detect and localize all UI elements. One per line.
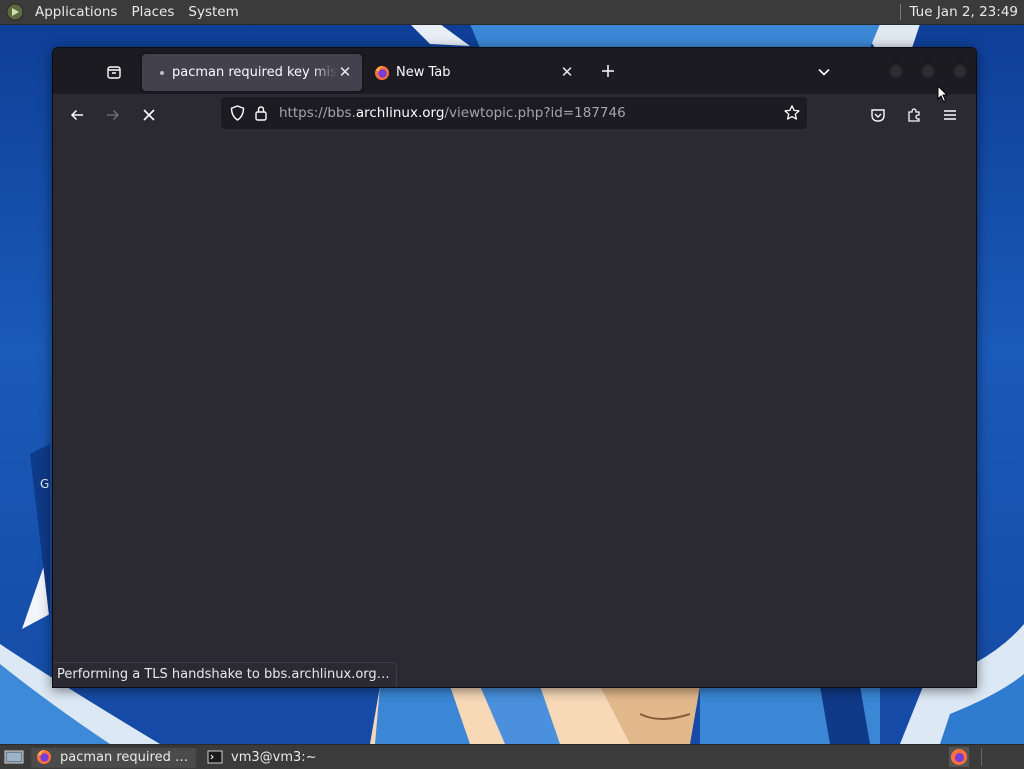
bottom-panel: pacman required ke… vm3@vm3:~ xyxy=(0,744,1024,769)
menu-system[interactable]: System xyxy=(181,0,245,24)
maximize-button[interactable] xyxy=(921,63,935,77)
browser-window: pacman required key missing ✕ New Tab ✕ xyxy=(52,47,977,688)
menu-places[interactable]: Places xyxy=(124,0,181,24)
url-path: /viewtopic.php?id=187746 xyxy=(444,105,626,121)
show-desktop-icon[interactable] xyxy=(4,749,24,765)
puzzle-piece-icon xyxy=(908,108,920,122)
terminal-icon xyxy=(207,750,223,764)
hamburger-menu-icon xyxy=(944,110,956,120)
extensions-button[interactable] xyxy=(901,102,927,128)
pocket-button[interactable] xyxy=(865,102,891,128)
forward-button[interactable] xyxy=(100,102,126,128)
url-text[interactable]: https://bbs.archlinux.org/viewtopic.php?… xyxy=(279,105,626,121)
panel-separator xyxy=(981,748,982,766)
firefox-view-button[interactable] xyxy=(103,61,125,83)
tab-new-tab[interactable]: New Tab ✕ xyxy=(364,54,584,91)
tab-title: pacman required key missing xyxy=(172,65,337,80)
close-icon xyxy=(143,109,155,121)
page-content: Performing a TLS handshake to bbs.archli… xyxy=(53,134,976,687)
tab-close-button[interactable]: ✕ xyxy=(558,63,576,81)
tab-loading-indicator xyxy=(160,70,164,75)
taskbar-item-terminal[interactable]: vm3@vm3:~ xyxy=(201,746,338,768)
new-tab-button[interactable] xyxy=(597,60,619,82)
mouse-cursor-icon xyxy=(937,85,949,103)
close-window-button[interactable] xyxy=(953,63,967,77)
tab-bar: pacman required key missing ✕ New Tab ✕ xyxy=(53,48,976,94)
app-menu-button[interactable] xyxy=(937,102,963,128)
taskbar-item-firefox[interactable]: pacman required ke… xyxy=(30,746,197,768)
firefox-icon xyxy=(37,750,51,764)
list-all-tabs-button[interactable] xyxy=(813,61,835,83)
panel-clock[interactable]: Tue Jan 2, 23:49 xyxy=(909,4,1024,20)
lock-icon[interactable] xyxy=(253,105,269,121)
panel-separator xyxy=(900,4,902,20)
url-bar[interactable]: https://bbs.archlinux.org/viewtopic.php?… xyxy=(221,97,807,129)
url-prefix: https://bbs. xyxy=(279,105,356,121)
url-host: archlinux.org xyxy=(355,105,445,121)
firefox-tray-icon[interactable] xyxy=(949,747,969,767)
status-panel: Performing a TLS handshake to bbs.archli… xyxy=(53,662,397,687)
top-panel: Applications Places System Tue Jan 2, 23… xyxy=(0,0,1024,25)
tab-pacman[interactable]: pacman required key missing ✕ xyxy=(142,54,362,91)
stop-loading-button[interactable] xyxy=(136,102,162,128)
back-button[interactable] xyxy=(64,102,90,128)
pocket-icon xyxy=(871,109,885,122)
firefox-view-icon xyxy=(107,66,121,79)
desktop-icon-label[interactable]: G xyxy=(40,477,49,491)
taskbar-item-label: pacman required ke… xyxy=(60,749,191,765)
tab-title: New Tab xyxy=(396,65,451,80)
navigation-toolbar: https://bbs.archlinux.org/viewtopic.php?… xyxy=(53,94,976,134)
mate-menu-icon[interactable] xyxy=(6,3,24,21)
firefox-icon xyxy=(375,65,389,80)
minimize-button[interactable] xyxy=(889,63,903,77)
plus-icon xyxy=(602,65,614,77)
tab-close-button[interactable]: ✕ xyxy=(336,63,354,81)
arrow-left-icon xyxy=(70,109,83,121)
tracking-protection-icon[interactable] xyxy=(229,105,245,121)
menu-applications[interactable]: Applications xyxy=(28,0,124,24)
chevron-down-icon xyxy=(818,68,830,76)
taskbar-item-label: vm3@vm3:~ xyxy=(231,749,317,765)
bookmark-star-icon[interactable] xyxy=(783,104,801,122)
arrow-right-icon xyxy=(107,109,120,121)
